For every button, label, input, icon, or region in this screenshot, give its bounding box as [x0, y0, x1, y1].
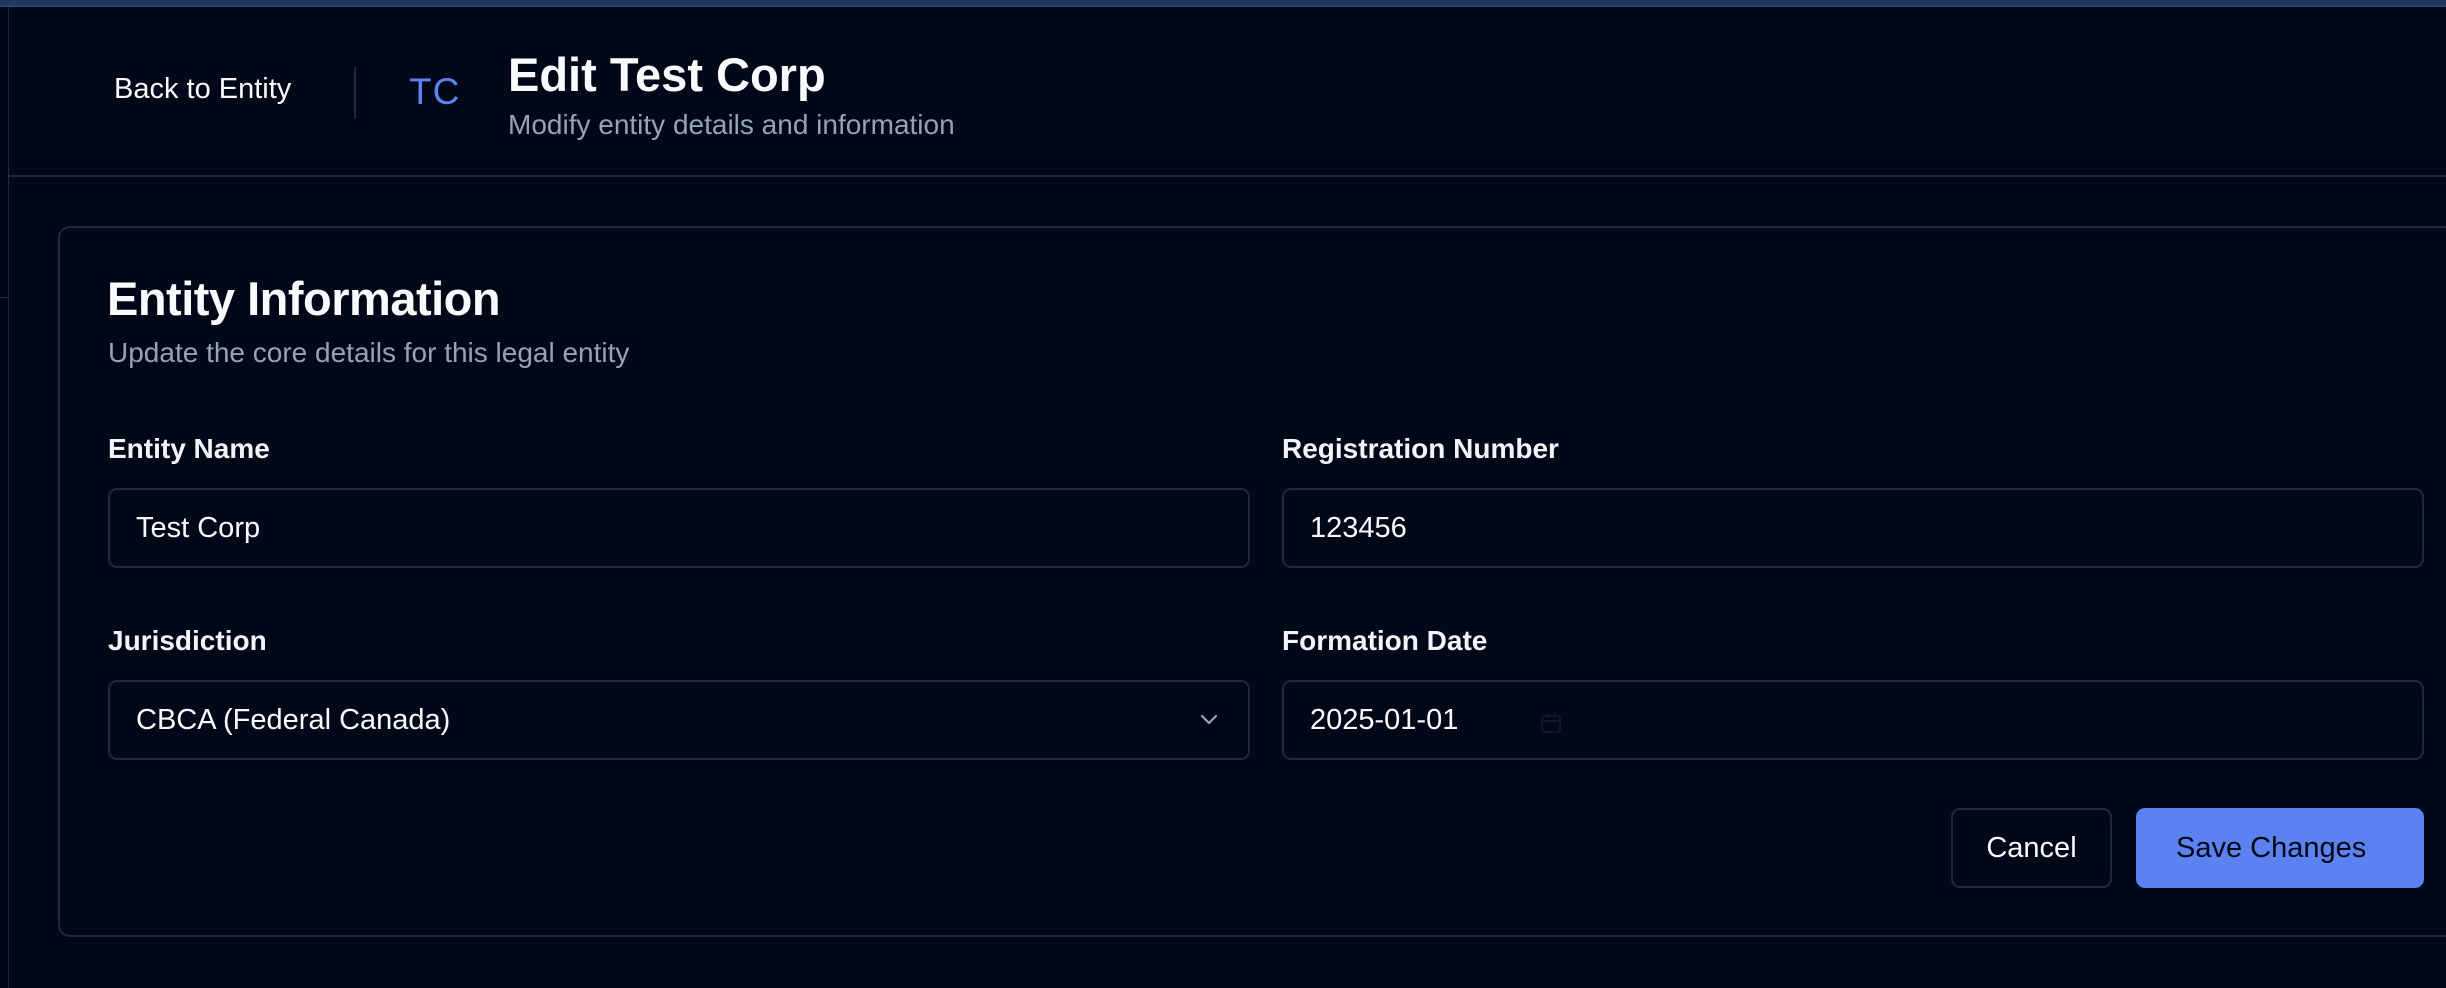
formation-date-value: 2025-01-01: [1310, 703, 1459, 736]
card-title: Entity Information: [107, 272, 501, 325]
page-subtitle: Modify entity details and information: [508, 109, 955, 140]
jurisdiction-selected-value: CBCA (Federal Canada): [136, 703, 451, 736]
left-rail-divider: [0, 297, 9, 298]
entity-name-label: Entity Name: [108, 433, 270, 464]
cancel-button[interactable]: Cancel: [1951, 808, 2112, 888]
page-title: Edit Test Corp: [508, 48, 826, 101]
registration-number-label: Registration Number: [1282, 433, 1559, 464]
calendar-icon[interactable]: [1539, 711, 1563, 735]
card-subtitle: Update the core details for this legal e…: [108, 337, 630, 368]
chevron-down-icon: [1200, 714, 1218, 725]
registration-number-input[interactable]: [1282, 488, 2424, 568]
top-accent-bar: [0, 0, 2446, 7]
back-to-entity-button[interactable]: Back to Entity: [114, 73, 291, 106]
header-divider: [354, 67, 356, 119]
jurisdiction-label: Jurisdiction: [108, 625, 267, 656]
entity-avatar: TC: [409, 71, 461, 112]
page-header: Back to Entity TC Edit Test Corp Modify …: [9, 7, 2446, 177]
save-changes-button[interactable]: Save Changes: [2136, 808, 2424, 888]
formation-date-label: Formation Date: [1282, 625, 1488, 656]
entity-name-input[interactable]: [108, 488, 1250, 568]
left-rail: [0, 7, 9, 988]
formation-date-input[interactable]: 2025-01-01: [1282, 680, 2424, 760]
jurisdiction-select[interactable]: CBCA (Federal Canada): [108, 680, 1250, 760]
